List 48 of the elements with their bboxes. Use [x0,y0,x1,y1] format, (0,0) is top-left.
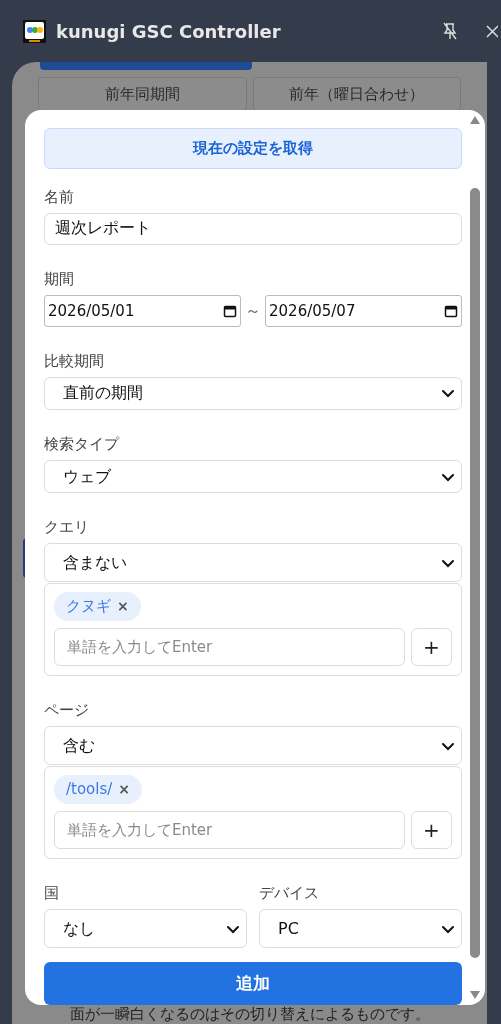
tag-text: /tools/ [66,779,113,801]
tag-remove-button[interactable]: × [117,596,129,618]
add-word-button[interactable]: + [411,628,452,667]
word-input[interactable]: 単語を入力してEnter [54,628,405,667]
field-label: 名前 [44,186,75,207]
scroll-up-icon[interactable] [470,116,480,124]
window-title: kunugi GSC Controller [56,19,282,44]
field-label: 検索タイプ [44,434,121,455]
device-select[interactable]: PC [259,909,462,949]
name-input[interactable]: 週次レポート [44,212,462,245]
calendar-icon[interactable] [444,303,458,318]
search-type-select[interactable]: ウェブ [44,460,462,494]
field-label: ページ [44,700,90,721]
field-label: 期間 [44,268,75,289]
select-value: 直前の期間 [63,382,143,405]
range-separator: ～ [245,299,261,322]
match-select[interactable]: 含まない [44,543,462,583]
period-option-button[interactable]: 前年（曜日合わせ） [252,77,461,111]
word-input[interactable]: 単語を入力してEnter [54,811,405,850]
select-value: ウェブ [63,465,111,488]
field-label: 比較期間 [44,350,105,371]
select-value: 含む [63,734,95,757]
unpin-icon[interactable] [442,22,458,40]
select-value: 含まない [63,551,127,574]
date-value: 2026/05/07 [269,300,356,322]
fetch-settings-button[interactable]: 現在の設定を取得 [44,128,462,169]
comparison-select[interactable]: 直前の期間 [44,376,462,411]
field-label: クエリ [44,517,90,538]
app-logo-icon [23,19,46,43]
background-note: 面が一瞬白くなるのはその切り替えによるものです。 [68,1004,431,1024]
tag-remove-button[interactable]: × [118,779,131,801]
date-value: 2026/05/01 [48,300,135,322]
start-date-input[interactable]: 2026/05/01 [44,294,241,327]
close-icon[interactable] [486,24,498,38]
scroll-down-icon[interactable] [470,991,480,999]
tag-text: クヌギ [66,596,111,618]
calendar-icon[interactable] [223,303,237,318]
select-value: PC [278,917,299,940]
add-button[interactable]: 追加 [44,962,462,1005]
end-date-input[interactable]: 2026/05/07 [265,294,462,327]
scrollbar-thumb[interactable] [470,188,480,958]
field-label: デバイス [259,883,320,904]
period-option-button[interactable]: 前年同期間 [38,77,247,111]
select-value: なし [63,917,95,940]
country-select[interactable]: なし [44,909,247,949]
match-select[interactable]: 含む [44,726,462,766]
add-word-button[interactable]: + [411,811,452,850]
field-label: 国 [44,883,60,904]
